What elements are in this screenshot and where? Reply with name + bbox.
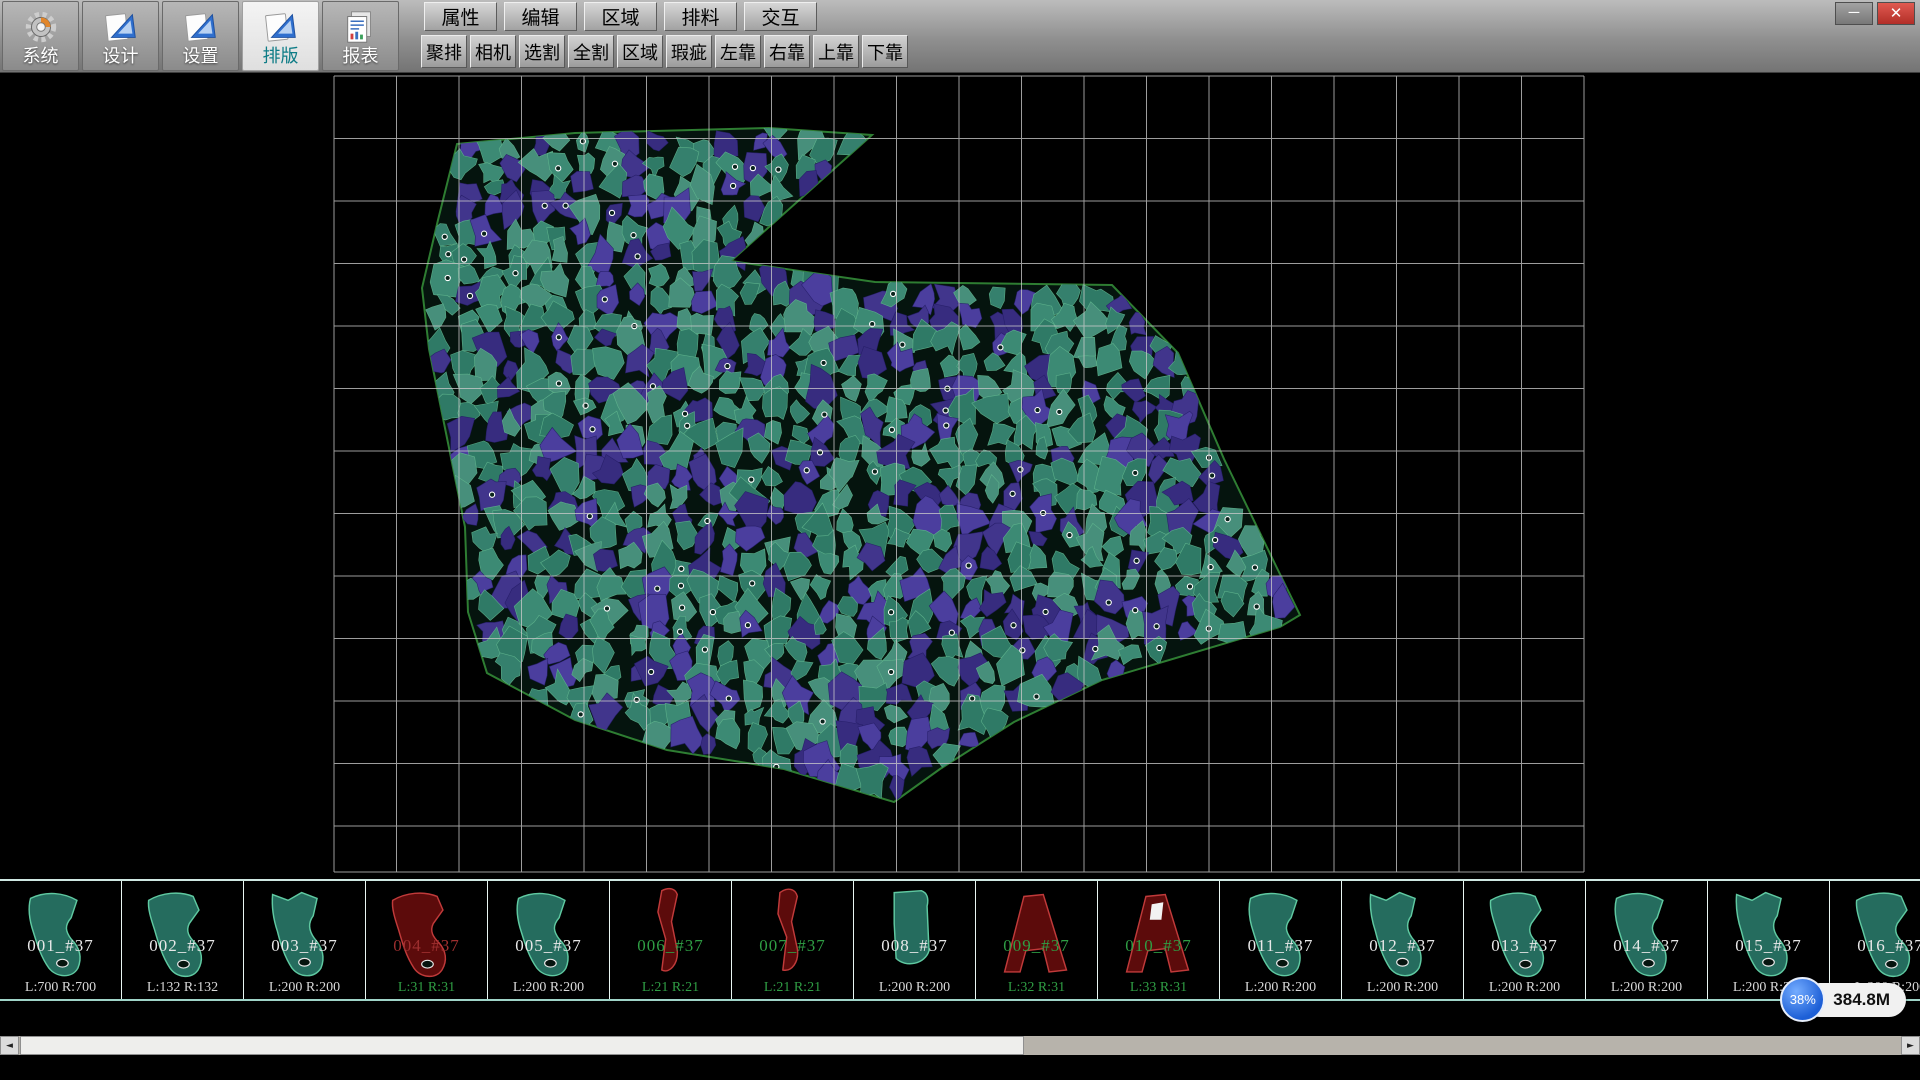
toolbar-button-label: 设计: [103, 47, 139, 65]
tool-button-8[interactable]: 右靠: [764, 35, 810, 68]
tool-button-6[interactable]: 瑕疵: [666, 35, 712, 68]
scroll-right-arrow-icon[interactable]: ►: [1901, 1036, 1920, 1055]
piece-name: 010_#37: [1098, 936, 1219, 956]
piece-name: 009_#37: [976, 936, 1097, 956]
piece-lr-count: L:200 R:200: [854, 980, 975, 996]
toolbar-button-label: 设置: [183, 47, 219, 65]
piece-lr-count: L:200 R:200: [244, 980, 365, 996]
tool-button-1[interactable]: 聚排: [421, 35, 467, 68]
scrollbar-thumb[interactable]: [20, 1036, 1024, 1055]
menu-item-1[interactable]: 属性: [424, 2, 497, 31]
piece-name: 015_#37: [1708, 936, 1829, 956]
piece-lr-count: L:32 R:31: [976, 980, 1097, 996]
piece-name: 016_#37: [1830, 936, 1920, 956]
piece-name: 005_#37: [488, 936, 609, 956]
tool-button-2[interactable]: 相机: [470, 35, 516, 68]
piece-thumbnail-12[interactable]: 012_#37 L:200 R:200: [1342, 881, 1464, 999]
piece-name: 011_#37: [1220, 936, 1341, 956]
tool-button-5[interactable]: 区域: [617, 35, 663, 68]
status-badge: 38% 384.8M: [1780, 977, 1906, 1022]
secondary-toolbar: 聚排相机选割全割区域瑕疵左靠右靠上靠下靠: [421, 35, 908, 68]
load-percent-badge: 38%: [1780, 977, 1825, 1022]
tool-button-9[interactable]: 上靠: [813, 35, 859, 68]
toolbar-button-5[interactable]: 报表: [322, 1, 399, 71]
toolbar-button-1[interactable]: 系统: [2, 1, 79, 71]
minimize-button[interactable]: ─: [1835, 2, 1873, 25]
piece-lr-count: L:200 R:200: [488, 980, 609, 996]
piece-name: 001_#37: [0, 936, 121, 956]
menu-item-5[interactable]: 交互: [744, 2, 817, 31]
piece-lr-count: L:700 R:700: [0, 980, 121, 996]
piece-name: 008_#37: [854, 936, 975, 956]
tool-button-7[interactable]: 左靠: [715, 35, 761, 68]
piece-lr-count: L:200 R:200: [1342, 980, 1463, 996]
piece-lr-count: L:200 R:200: [1220, 980, 1341, 996]
piece-thumbnail-2[interactable]: 002_#37 L:132 R:132: [122, 881, 244, 999]
piece-thumbnail-14[interactable]: 014_#37 L:200 R:200: [1586, 881, 1708, 999]
piece-lr-count: L:21 R:21: [610, 980, 731, 996]
piece-thumbnail-6[interactable]: 006_#37 L:21 R:21: [610, 881, 732, 999]
layout-icon: [262, 8, 300, 46]
piece-lr-count: L:31 R:31: [366, 980, 487, 996]
toolbar-button-4[interactable]: 排版: [242, 1, 319, 71]
piece-lr-count: L:200 R:200: [1586, 980, 1707, 996]
menu-item-2[interactable]: 编辑: [504, 2, 577, 31]
close-button[interactable]: ✕: [1877, 2, 1915, 25]
piece-thumbnail-5[interactable]: 005_#37 L:200 R:200: [488, 881, 610, 999]
nesting-canvas[interactable]: [0, 73, 1920, 879]
pieces-strip: 001_#37L:700 R:700002_#37L:132 R:132003_…: [0, 879, 1920, 1001]
main-toolbar: 系统 设计 设置 排版 报表: [2, 1, 399, 71]
piece-name: 014_#37: [1586, 936, 1707, 956]
nesting-canvas-svg[interactable]: [0, 73, 1920, 879]
piece-name: 012_#37: [1342, 936, 1463, 956]
piece-thumbnail-7[interactable]: 007_#37 L:21 R:21: [732, 881, 854, 999]
piece-lr-count: L:132 R:132: [122, 980, 243, 996]
piece-thumbnail-10[interactable]: 010_#37 L:33 R:31: [1098, 881, 1220, 999]
tool-button-4[interactable]: 全割: [568, 35, 614, 68]
tool-button-10[interactable]: 下靠: [862, 35, 908, 68]
app-window: 系统设计设置排版报表 属性编辑区域排料交互 聚排相机选割全割区域瑕疵左靠右靠上靠…: [0, 0, 1920, 1080]
piece-lr-count: L:33 R:31: [1098, 980, 1219, 996]
report-icon: [342, 8, 380, 46]
top-toolbar: 系统设计设置排版报表 属性编辑区域排料交互 聚排相机选割全割区域瑕疵左靠右靠上靠…: [0, 0, 1920, 73]
piece-thumbnail-11[interactable]: 011_#37 L:200 R:200: [1220, 881, 1342, 999]
piece-name: 006_#37: [610, 936, 731, 956]
piece-name: 004_#37: [366, 936, 487, 956]
piece-thumbnail-4[interactable]: 004_#37 L:31 R:31: [366, 881, 488, 999]
piece-name: 013_#37: [1464, 936, 1585, 956]
piece-thumbnail-8[interactable]: 008_#37 L:200 R:200: [854, 881, 976, 999]
window-controls: ─ ✕: [1835, 2, 1915, 25]
toolbar-button-label: 排版: [263, 47, 299, 65]
tool-button-3[interactable]: 选割: [519, 35, 565, 68]
piece-lr-count: L:21 R:21: [732, 980, 853, 996]
piece-lr-count: L:200 R:200: [1464, 980, 1585, 996]
setup-icon: [182, 8, 220, 46]
design-icon: [102, 8, 140, 46]
toolbar-button-3[interactable]: 设置: [162, 1, 239, 71]
piece-name: 002_#37: [122, 936, 243, 956]
menu-bar: 属性编辑区域排料交互: [424, 2, 817, 31]
toolbar-button-2[interactable]: 设计: [82, 1, 159, 71]
piece-name: 003_#37: [244, 936, 365, 956]
menu-item-3[interactable]: 区域: [584, 2, 657, 31]
scroll-left-arrow-icon[interactable]: ◄: [0, 1036, 19, 1055]
toolbar-button-label: 系统: [23, 47, 59, 65]
toolbar-button-label: 报表: [343, 47, 379, 65]
piece-name: 007_#37: [732, 936, 853, 956]
piece-thumbnail-3[interactable]: 003_#37 L:200 R:200: [244, 881, 366, 999]
piece-thumbnail-1[interactable]: 001_#37 L:700 R:700: [0, 881, 122, 999]
system-gear-icon: [22, 8, 60, 46]
horizontal-scrollbar[interactable]: ◄ ►: [0, 1036, 1920, 1055]
piece-thumbnail-9[interactable]: 009_#37 L:32 R:31: [976, 881, 1098, 999]
piece-thumbnail-13[interactable]: 013_#37 L:200 R:200: [1464, 881, 1586, 999]
menu-item-4[interactable]: 排料: [664, 2, 737, 31]
